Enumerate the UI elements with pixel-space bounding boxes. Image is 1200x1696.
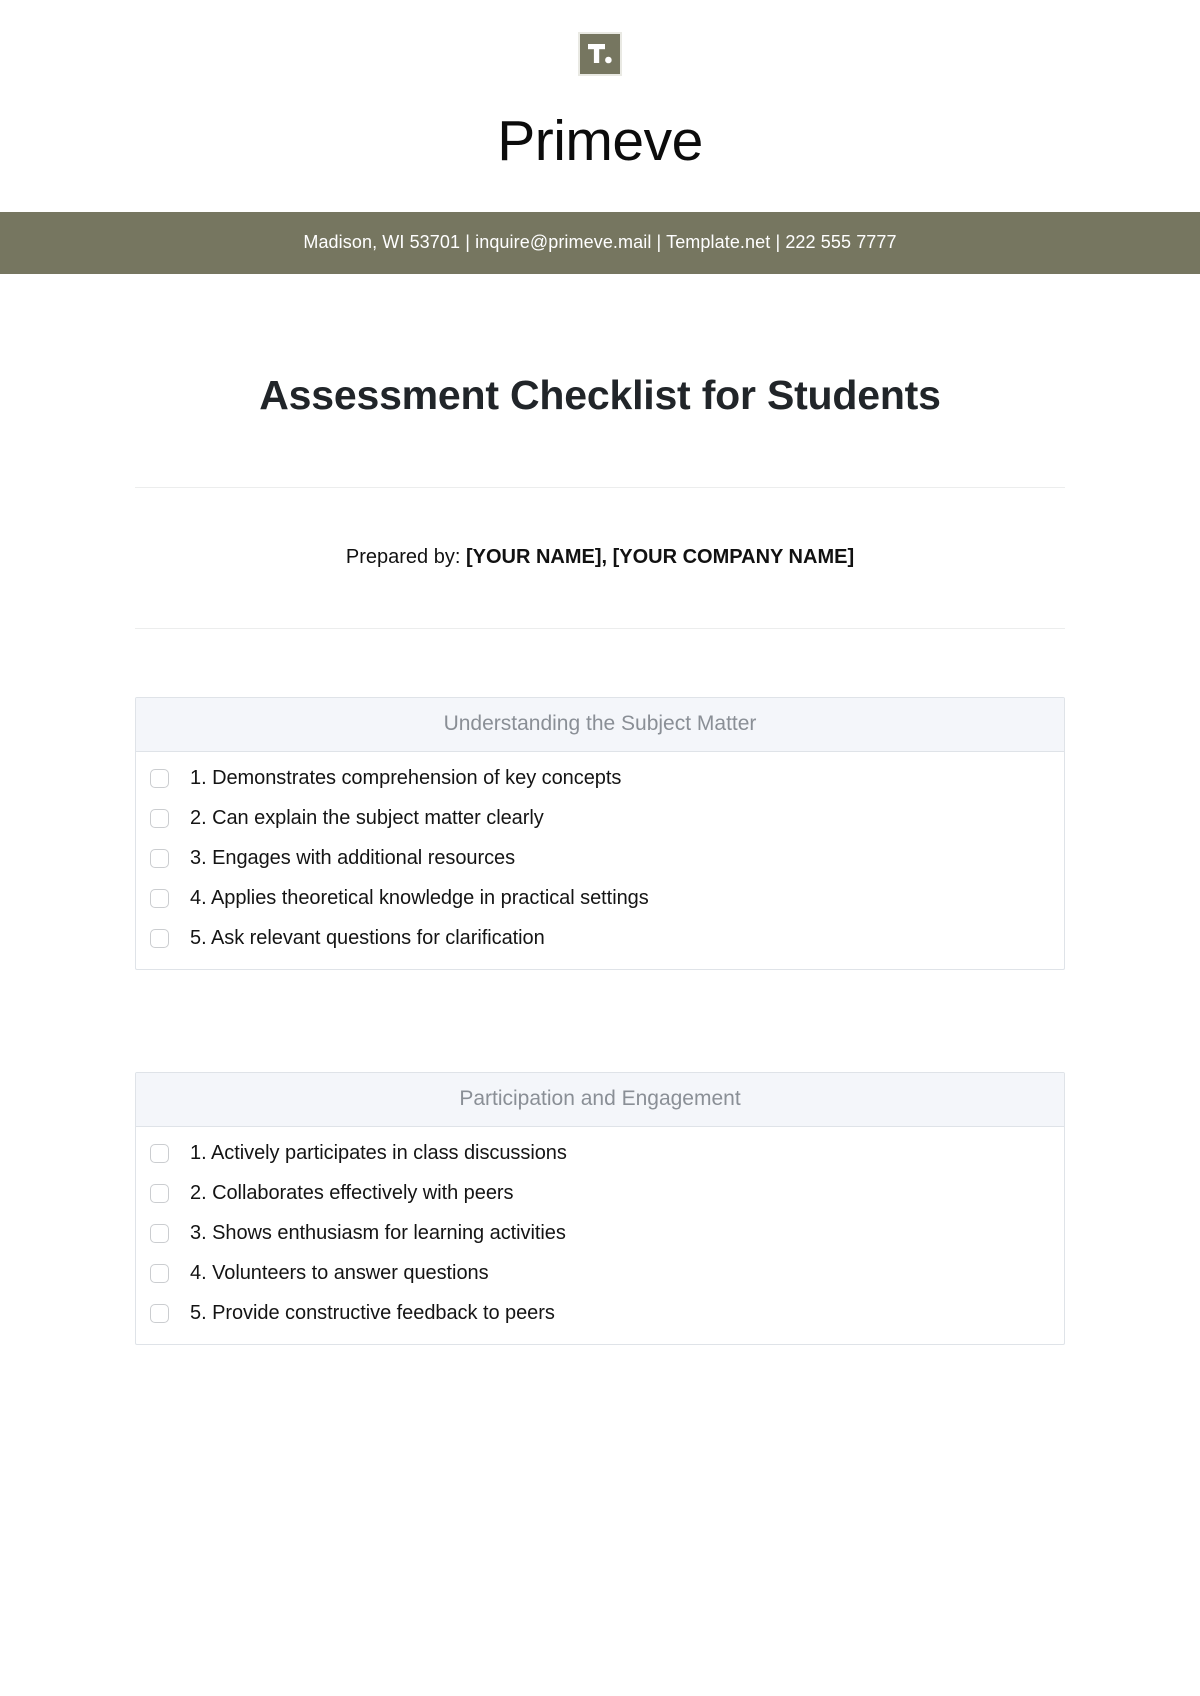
contact-banner-text: Madison, WI 53701 | inquire@primeve.mail… xyxy=(303,232,897,253)
prepared-by-row: Prepared by: [YOUR NAME], [YOUR COMPANY … xyxy=(135,546,1065,569)
list-item[interactable]: 5. Provide constructive feedback to peer… xyxy=(136,1294,1064,1334)
list-item[interactable]: 2. Collaborates effectively with peers xyxy=(136,1174,1064,1214)
list-item-label: 4. Applies theoretical knowledge in prac… xyxy=(190,887,649,910)
checklist-section-understanding-the-subject-matter: Understanding the Subject Matter 1. Demo… xyxy=(135,696,1065,970)
list-item-label: 4. Volunteers to answer questions xyxy=(190,1262,489,1285)
list-item-label: 1. Actively participates in class discus… xyxy=(190,1142,567,1165)
prepared-by-value: [YOUR NAME], [YOUR COMPANY NAME] xyxy=(465,545,855,568)
prepared-by-label: Prepared by: xyxy=(345,545,466,568)
list-item[interactable]: 3. Engages with additional resources xyxy=(136,839,1064,879)
checkbox-icon[interactable] xyxy=(150,769,169,789)
divider-bottom xyxy=(135,627,1065,629)
logo-container xyxy=(0,0,1200,76)
checklist-items: 1. Demonstrates comprehension of key con… xyxy=(136,752,1064,969)
list-item[interactable]: 4. Volunteers to answer questions xyxy=(136,1254,1064,1294)
page-title: Assessment Checklist for Students xyxy=(259,371,941,418)
section-heading: Understanding the Subject Matter xyxy=(136,697,1064,752)
checkbox-icon[interactable] xyxy=(150,849,169,869)
list-item-label: 2. Collaborates effectively with peers xyxy=(190,1182,514,1205)
list-item[interactable]: 5. Ask relevant questions for clarificat… xyxy=(136,919,1064,959)
contact-banner: Madison, WI 53701 | inquire@primeve.mail… xyxy=(0,211,1200,274)
list-item-label: 5. Provide constructive feedback to peer… xyxy=(190,1302,555,1325)
company-name: Primeve xyxy=(497,109,703,173)
checkbox-icon[interactable] xyxy=(150,929,169,949)
divider-top xyxy=(135,486,1065,488)
checklist-items: 1. Actively participates in class discus… xyxy=(136,1127,1064,1344)
checkbox-icon[interactable] xyxy=(150,1304,169,1324)
list-item[interactable]: 2. Can explain the subject matter clearl… xyxy=(136,799,1064,839)
checkbox-icon[interactable] xyxy=(150,1144,169,1164)
document-page: Primeve Madison, WI 53701 | inquire@prim… xyxy=(0,0,1200,1696)
checkbox-icon[interactable] xyxy=(150,809,169,829)
list-item-label: 2. Can explain the subject matter clearl… xyxy=(190,807,544,830)
list-item[interactable]: 1. Demonstrates comprehension of key con… xyxy=(136,759,1064,799)
checkbox-icon[interactable] xyxy=(150,1224,169,1244)
list-item[interactable]: 4. Applies theoretical knowledge in prac… xyxy=(136,879,1064,919)
checkbox-icon[interactable] xyxy=(150,889,169,909)
checkbox-icon[interactable] xyxy=(150,1264,169,1284)
list-item-label: 5. Ask relevant questions for clarificat… xyxy=(190,927,545,950)
list-item-label: 1. Demonstrates comprehension of key con… xyxy=(190,767,622,790)
list-item[interactable]: 1. Actively participates in class discus… xyxy=(136,1134,1064,1174)
checkbox-icon[interactable] xyxy=(150,1184,169,1204)
list-item-label: 3. Engages with additional resources xyxy=(190,847,516,870)
section-heading: Participation and Engagement xyxy=(136,1072,1064,1127)
list-item-label: 3. Shows enthusiasm for learning activit… xyxy=(190,1222,566,1245)
logo-t-dot-glyph xyxy=(588,44,612,64)
list-item[interactable]: 3. Shows enthusiasm for learning activit… xyxy=(136,1214,1064,1254)
checklist-section-participation-and-engagement: Participation and Engagement 1. Actively… xyxy=(135,1071,1065,1345)
document-body: Assessment Checklist for Students Prepar… xyxy=(0,372,1200,1345)
template-net-logo-icon xyxy=(578,32,622,76)
